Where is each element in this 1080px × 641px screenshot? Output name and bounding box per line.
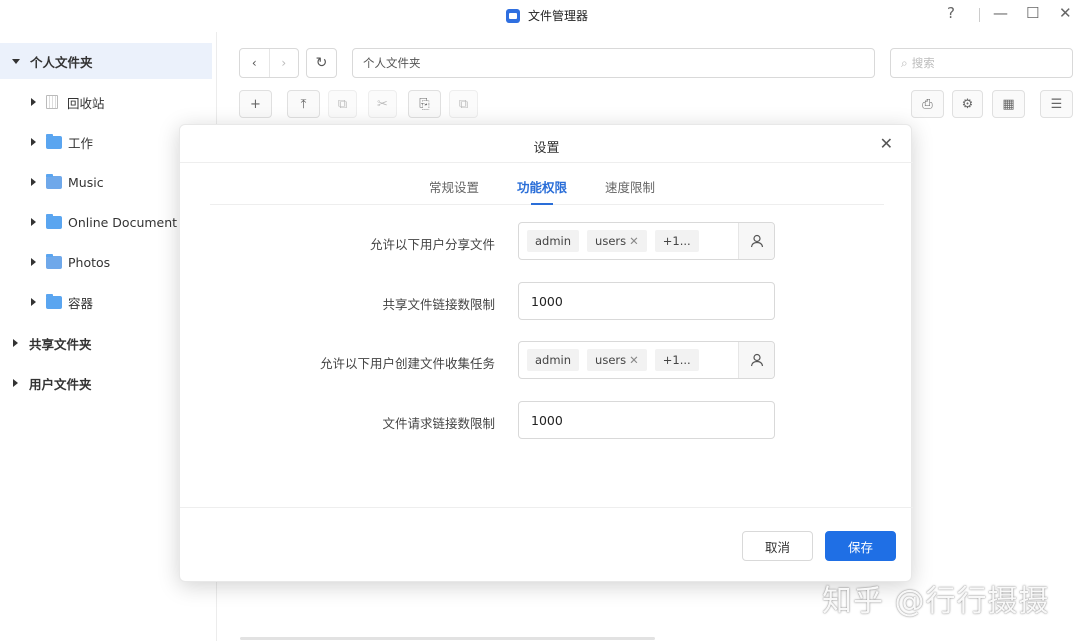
photos-folder-icon xyxy=(46,253,62,269)
minimize-button[interactable]: — xyxy=(993,4,1008,22)
active-tab-indicator xyxy=(531,203,553,205)
refresh-button[interactable]: ↻ xyxy=(306,48,337,78)
tag-label: users xyxy=(595,234,627,248)
collapse-arrow-icon[interactable] xyxy=(31,218,36,226)
tag-label: +1... xyxy=(662,234,691,248)
tab-general-settings[interactable]: 常规设置 xyxy=(429,177,479,196)
close-window-button[interactable]: ✕ xyxy=(1059,4,1072,22)
sidebar-item-label: 回收站 xyxy=(67,95,105,111)
app-title-group: 文件管理器 xyxy=(506,7,588,24)
file-manager-logo-icon xyxy=(506,8,520,23)
sidebar-item-label: 用户文件夹 xyxy=(29,376,92,392)
settings-dialog: 设置 ✕ 常规设置 功能权限 速度限制 允许以下用户分享文件 admin use… xyxy=(179,124,913,582)
user-icon xyxy=(750,234,763,248)
titlebar-divider xyxy=(979,8,980,22)
collapse-arrow-icon[interactable] xyxy=(31,138,36,146)
nav-button-group: ‹ › xyxy=(239,48,299,78)
horizontal-scrollbar[interactable] xyxy=(240,637,655,640)
paste-button[interactable]: ⎘ xyxy=(408,90,441,118)
sidebar-item-personal-folder[interactable]: 个人文件夹 xyxy=(0,43,212,79)
user-tag-users: users ✕ xyxy=(587,349,647,371)
tag-label: admin xyxy=(535,353,572,367)
sidebar-item-label: Online Document xyxy=(68,214,178,230)
request-link-limit-input[interactable]: 1000 xyxy=(518,401,775,439)
more-users-tag[interactable]: +1... xyxy=(654,230,699,252)
tag-label: users xyxy=(595,353,627,367)
sidebar-item-label: 个人文件夹 xyxy=(30,54,93,70)
maximize-button[interactable]: ☐ xyxy=(1026,4,1039,22)
user-tag-admin: admin xyxy=(527,349,580,371)
window-titlebar: 文件管理器 ? — ☐ ✕ xyxy=(0,0,1080,32)
request-link-limit-value: 1000 xyxy=(531,412,563,428)
user-tag-users: users ✕ xyxy=(587,230,647,252)
back-button[interactable]: ‹ xyxy=(240,49,269,77)
sidebar-item-label: Music xyxy=(68,174,104,190)
window-title: 文件管理器 xyxy=(528,9,589,23)
expand-arrow-icon[interactable] xyxy=(12,58,20,64)
share-users-field[interactable]: admin users ✕ +1... xyxy=(518,222,775,260)
dialog-footer-divider xyxy=(180,507,913,508)
view-mode-button[interactable]: ▦ xyxy=(992,90,1025,118)
collection-users-label: 允许以下用户创建文件收集任务 xyxy=(319,356,495,371)
tag-label: admin xyxy=(535,234,572,248)
collapse-arrow-icon[interactable] xyxy=(31,98,36,106)
trash-icon xyxy=(46,95,58,109)
collapse-arrow-icon[interactable] xyxy=(31,298,36,306)
collapse-arrow-icon[interactable] xyxy=(31,178,36,186)
help-icon[interactable]: ? xyxy=(947,4,955,22)
collapse-arrow-icon[interactable] xyxy=(13,339,18,347)
remove-tag-icon[interactable]: ✕ xyxy=(629,234,639,248)
user-picker-button[interactable] xyxy=(738,223,774,259)
settings-tabs: 常规设置 功能权限 速度限制 xyxy=(210,163,884,205)
dialog-header: 设置 ✕ xyxy=(180,125,913,163)
save-button[interactable]: 保存 xyxy=(825,531,896,561)
copy-button[interactable]: ⧉ xyxy=(328,90,357,118)
sort-button[interactable]: ☰ xyxy=(1040,90,1073,118)
folder-icon xyxy=(46,133,62,149)
tab-speed-limit[interactable]: 速度限制 xyxy=(605,177,655,196)
sidebar-item-label: 共享文件夹 xyxy=(29,336,92,352)
sidebar-item-recycle-bin[interactable]: 回收站 xyxy=(0,84,212,120)
more-users-tag[interactable]: +1... xyxy=(654,349,699,371)
share-link-limit-label: 共享文件链接数限制 xyxy=(382,297,495,312)
search-input[interactable]: ⌕ 搜索 xyxy=(890,48,1073,78)
user-picker-button[interactable] xyxy=(738,342,774,378)
print-button[interactable]: ⎙ xyxy=(911,90,944,118)
user-tag-admin: admin xyxy=(527,230,580,252)
folder-icon xyxy=(46,293,62,309)
share-link-limit-value: 1000 xyxy=(531,293,563,309)
collection-users-field[interactable]: admin users ✕ +1... xyxy=(518,341,775,379)
share-button[interactable]: ⧉ xyxy=(449,90,478,118)
sidebar-item-label: 工作 xyxy=(68,135,94,151)
dialog-title: 设置 xyxy=(533,141,560,156)
settings-button[interactable]: ⚙ xyxy=(952,90,983,118)
path-input[interactable]: 个人文件夹 xyxy=(352,48,875,78)
tab-feature-permissions[interactable]: 功能权限 xyxy=(517,177,567,196)
cancel-button[interactable]: 取消 xyxy=(742,531,813,561)
forward-button[interactable]: › xyxy=(268,49,299,77)
tag-label: +1... xyxy=(662,353,691,367)
cut-button[interactable]: ✂ xyxy=(368,90,397,118)
search-icon: ⌕ xyxy=(901,55,908,70)
sidebar-item-label: 容器 xyxy=(68,295,94,311)
collapse-arrow-icon[interactable] xyxy=(13,379,18,387)
watermark: 知乎 @行行摄摄 xyxy=(822,584,1050,619)
share-link-limit-input[interactable]: 1000 xyxy=(518,282,775,320)
music-folder-icon xyxy=(46,173,62,189)
new-button[interactable]: + xyxy=(239,90,272,118)
share-users-label: 允许以下用户分享文件 xyxy=(369,237,495,252)
upload-button[interactable]: ⤒ xyxy=(287,90,320,118)
request-link-limit-label: 文件请求链接数限制 xyxy=(382,416,495,431)
dialog-close-icon[interactable]: ✕ xyxy=(880,134,893,153)
remove-tag-icon[interactable]: ✕ xyxy=(629,353,639,367)
user-icon xyxy=(750,353,763,367)
search-placeholder: 搜索 xyxy=(911,56,935,70)
sidebar-item-label: Photos xyxy=(68,254,111,270)
collapse-arrow-icon[interactable] xyxy=(31,258,36,266)
folder-icon xyxy=(46,213,62,229)
